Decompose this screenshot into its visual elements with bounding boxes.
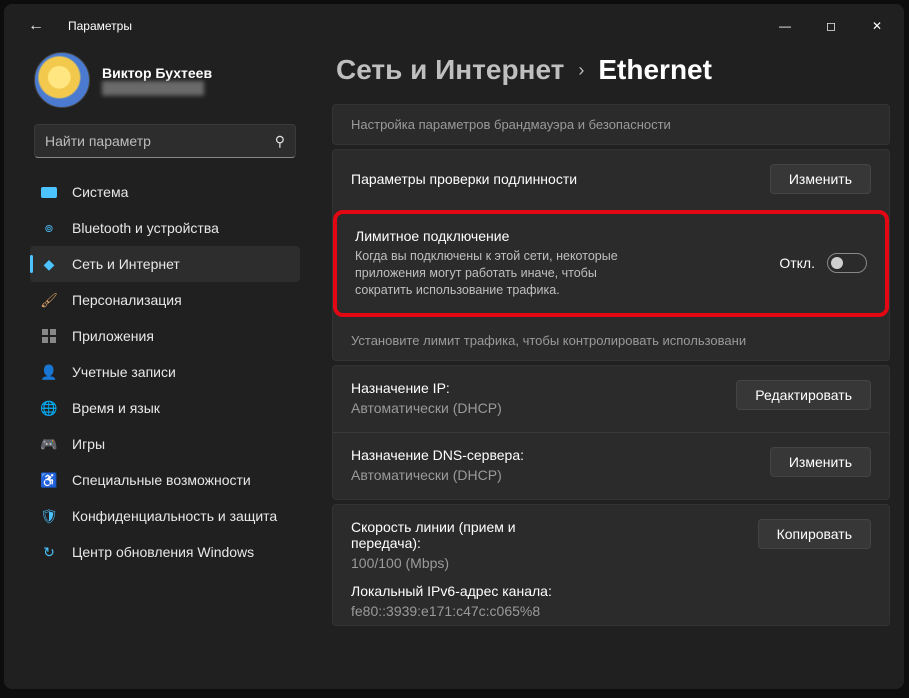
page-title: Ethernet [598,54,712,86]
sidebar-item-network[interactable]: ◆Сеть и Интернет [30,246,300,282]
ip-label: Назначение IP: [351,380,502,396]
breadcrumb-parent[interactable]: Сеть и Интернет [336,54,564,86]
ipv6-label: Локальный IPv6-адрес канала: [351,583,552,599]
settings-window: ← Параметры — ◻ ✕ Виктор Бухтеев ███████… [4,4,904,689]
minimize-button[interactable]: — [762,10,808,42]
profile-block[interactable]: Виктор Бухтеев ████████████ [12,48,306,124]
display-icon [41,187,57,198]
sidebar-item-accessibility[interactable]: ♿Специальные возможности [30,462,300,498]
metered-highlight: Лимитное подключение Когда вы подключены… [333,210,889,317]
profile-name: Виктор Бухтеев [102,65,212,81]
firewall-link[interactable]: Настройка параметров брандмауэра и безоп… [333,105,889,144]
avatar [34,52,90,108]
brush-icon: 🖌 [40,291,58,309]
gamepad-icon: 🎮 [40,435,58,453]
back-button[interactable]: ← [18,11,54,41]
chevron-right-icon: › [578,60,584,81]
sidebar-item-bluetooth[interactable]: ๏Bluetooth и устройства [30,210,300,246]
speed-value: 100/100 (Mbps) [351,555,571,571]
ip-edit-button[interactable]: Редактировать [736,380,871,410]
data-limit-hint[interactable]: Установите лимит трафика, чтобы контроли… [333,321,889,360]
dns-edit-button[interactable]: Изменить [770,447,871,477]
globe-icon: 🌐 [40,399,58,417]
copy-button[interactable]: Копировать [758,519,871,549]
profile-email: ████████████ [102,81,212,95]
shield-icon: 🛡 [40,507,58,525]
speed-label: Скорость линии (прием и передача): [351,519,571,551]
sidebar-item-update[interactable]: ↻Центр обновления Windows [30,534,300,570]
search-placeholder: Найти параметр [45,133,151,149]
titlebar: ← Параметры — ◻ ✕ [4,4,904,48]
metered-state-label: Откл. [779,255,815,271]
breadcrumb: Сеть и Интернет › Ethernet [332,48,890,104]
maximize-button[interactable]: ◻ [808,10,854,42]
dns-value: Автоматически (DHCP) [351,467,524,483]
wifi-icon: ◆ [40,255,58,273]
main-panel: Сеть и Интернет › Ethernet Настройка пар… [314,48,904,689]
sidebar: Виктор Бухтеев ████████████ Найти параме… [4,48,314,689]
bluetooth-icon: ๏ [40,219,58,237]
sidebar-item-time[interactable]: 🌐Время и язык [30,390,300,426]
user-icon: 👤 [40,363,58,381]
sidebar-item-apps[interactable]: Приложения [30,318,300,354]
dns-row: Назначение DNS-сервера: Автоматически (D… [333,432,889,489]
close-button[interactable]: ✕ [854,10,900,42]
metered-desc: Когда вы подключены к этой сети, некотор… [355,248,655,299]
ip-row: Назначение IP: Автоматически (DHCP) Реда… [333,366,889,422]
search-input[interactable]: Найти параметр ⚲ [34,124,296,158]
auth-edit-button[interactable]: Изменить [770,164,871,194]
sidebar-item-system[interactable]: Система [30,174,300,210]
speed-row: Скорость линии (прием и передача): 100/1… [333,505,889,577]
accessibility-icon: ♿ [40,471,58,489]
auth-label: Параметры проверки подлинности [351,171,577,187]
sidebar-item-personalization[interactable]: 🖌Персонализация [30,282,300,318]
auth-row: Параметры проверки подлинности Изменить [333,150,889,208]
apps-icon [42,329,56,343]
ipv6-row: Локальный IPv6-адрес канала: fe80::3939:… [333,577,889,625]
dns-label: Назначение DNS-сервера: [351,447,524,463]
ip-value: Автоматически (DHCP) [351,400,502,416]
search-icon: ⚲ [275,133,285,150]
update-icon: ↻ [40,543,58,561]
window-title: Параметры [68,19,132,33]
sidebar-item-privacy[interactable]: 🛡Конфиденциальность и защита [30,498,300,534]
metered-title: Лимитное подключение [355,228,655,244]
metered-row: Лимитное подключение Когда вы подключены… [337,214,885,313]
metered-toggle[interactable] [827,253,867,273]
sidebar-item-gaming[interactable]: 🎮Игры [30,426,300,462]
sidebar-item-accounts[interactable]: 👤Учетные записи [30,354,300,390]
ipv6-value: fe80::3939:e171:c47c:c065%8 [351,603,552,619]
